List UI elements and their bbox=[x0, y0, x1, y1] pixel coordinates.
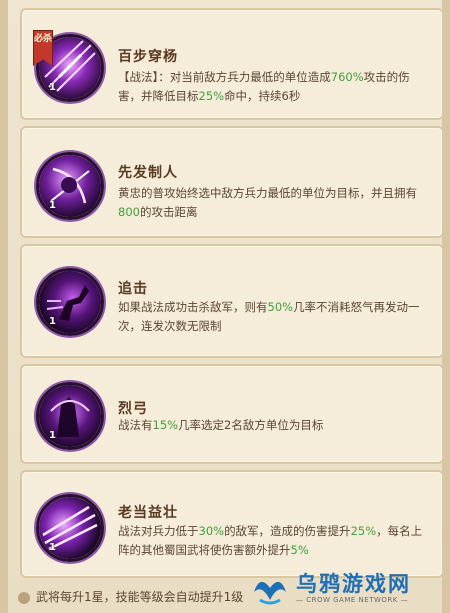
highlight-value: 30% bbox=[198, 524, 225, 538]
skill-name: 百步穿杨 bbox=[118, 49, 178, 65]
description-text: 黄忠的普攻始终选中敌方兵力最低的单位为目标，并且拥有 bbox=[118, 186, 417, 200]
skill-card: 1 烈弓 战法有15%几率选定2名敌方单位为目标 bbox=[20, 364, 444, 464]
description-text: 的敌军，造成的伤害提升 bbox=[224, 524, 351, 538]
skill-description: 如果战法成功击杀敌军，则有50%几率不消耗怒气再发动一次，连发次数无限制 bbox=[118, 298, 430, 336]
watermark-title: 乌鸦游戏网 bbox=[296, 572, 411, 596]
skill-level: 1 bbox=[49, 82, 56, 93]
skill-description: 【战法】：对当前敌方兵力最低的单位造成760%攻击的伤害，并降低目标25%命中，… bbox=[118, 68, 430, 106]
skill-panel: 1 百步穿杨 【战法】：对当前敌方兵力最低的单位造成760%攻击的伤害，并降低目… bbox=[0, 0, 450, 613]
skill-icon-old-but-strong: 1 bbox=[36, 494, 104, 562]
skill-card: 1 追击 如果战法成功击杀敌军，则有50%几率不消耗怒气再发动一次，连发次数无限… bbox=[20, 244, 444, 358]
description-text: 几率选定2名敌方单位为目标 bbox=[178, 418, 324, 432]
skill-name: 老当益壮 bbox=[118, 505, 178, 521]
info-bullet-icon bbox=[18, 591, 30, 604]
highlight-value: 760% bbox=[330, 70, 364, 84]
description-text: 战法对兵力低于 bbox=[118, 524, 199, 538]
watermark-subtitle: — CROW GAME NETWORK — bbox=[296, 596, 409, 604]
description-text: 的攻击距离 bbox=[139, 205, 198, 219]
watermark: 乌鸦游戏网 — CROW GAME NETWORK — bbox=[250, 566, 430, 610]
highlight-value: 15% bbox=[152, 418, 179, 432]
skill-icon-pursuit: 1 bbox=[36, 268, 104, 336]
skill-level: 1 bbox=[49, 430, 56, 441]
highlight-value: 800 bbox=[118, 205, 140, 219]
skill-description: 战法有15%几率选定2名敌方单位为目标 bbox=[118, 416, 430, 435]
skill-level: 1 bbox=[49, 542, 56, 553]
description-text: 命中，持续6秒 bbox=[224, 89, 301, 103]
skill-name: 先发制人 bbox=[118, 165, 178, 181]
highlight-value: 5% bbox=[290, 543, 309, 557]
skill-card: 1 先发制人 黄忠的普攻始终选中敌方兵力最低的单位为目标，并且拥有 800的攻击距… bbox=[20, 126, 444, 238]
skill-level: 1 bbox=[49, 316, 56, 327]
skill-description: 黄忠的普攻始终选中敌方兵力最低的单位为目标，并且拥有 800的攻击距离 bbox=[118, 184, 430, 222]
skill-description: 战法对兵力低于30%的敌军，造成的伤害提升25%，每名上阵的其他蜀国武将使伤害额… bbox=[118, 522, 430, 560]
crow-logo-icon bbox=[254, 581, 286, 605]
highlight-value: 25% bbox=[198, 89, 225, 103]
skill-card: 1 老当益壮 战法对兵力低于30%的敌军，造成的伤害提升25%，每名上阵的其他蜀… bbox=[20, 470, 444, 578]
skill-icon-archer: 1 bbox=[36, 152, 104, 220]
description-text: 战法有 bbox=[118, 418, 153, 432]
highlight-value: 50% bbox=[267, 300, 294, 314]
description-text: 如果战法成功击杀敌军，则有 bbox=[118, 300, 268, 314]
highlight-value: 25% bbox=[350, 524, 377, 538]
skill-level: 1 bbox=[49, 200, 56, 211]
footer-text: 武将每升1星，技能等级会自动提升1级 bbox=[36, 590, 244, 604]
skill-icon-fierce-bow: 1 bbox=[36, 382, 104, 450]
skill-name: 追击 bbox=[118, 281, 148, 297]
skill-card: 1 百步穿杨 【战法】：对当前敌方兵力最低的单位造成760%攻击的伤害，并降低目… bbox=[20, 8, 444, 120]
skill-name: 烈弓 bbox=[118, 401, 148, 417]
description-text: 【战法】：对当前敌方兵力最低的单位造成 bbox=[118, 70, 331, 84]
